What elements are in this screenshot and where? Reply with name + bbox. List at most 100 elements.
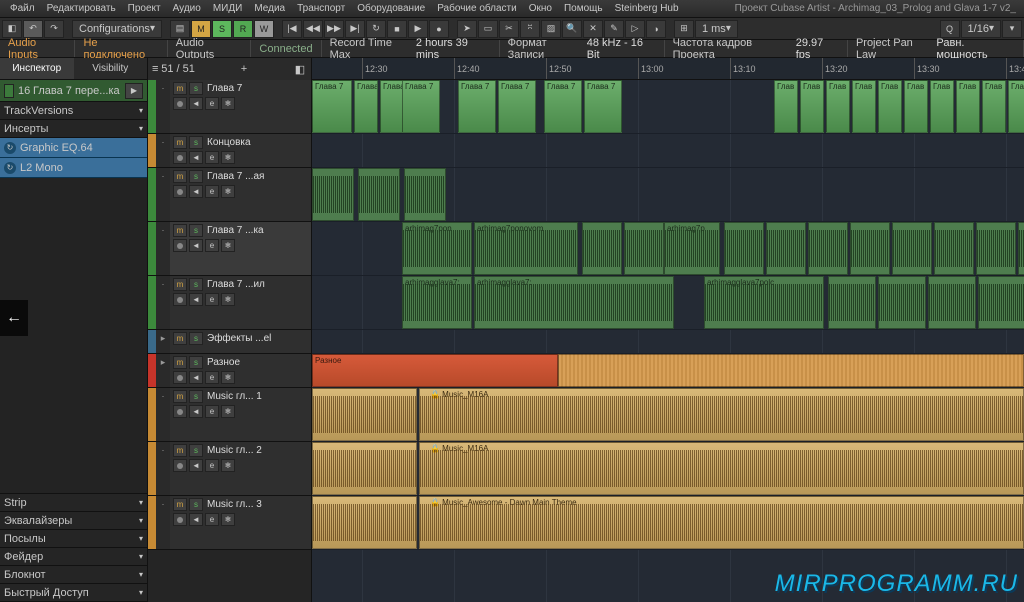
- freeze-button[interactable]: ❄: [221, 97, 235, 110]
- audio-clip[interactable]: Глава 7: [458, 80, 496, 133]
- track-name[interactable]: Глава 7 ...ка: [207, 225, 308, 236]
- track-color[interactable]: [148, 276, 156, 329]
- config-dropdown[interactable]: Configurations ▾: [72, 20, 162, 38]
- folder-icon[interactable]: ·: [156, 388, 170, 441]
- freeze-button[interactable]: ❄: [221, 513, 235, 526]
- record-enable[interactable]: [173, 97, 187, 110]
- freeze-button[interactable]: ❄: [221, 185, 235, 198]
- audio-clip[interactable]: [892, 222, 932, 275]
- track-row[interactable]: · m s Глава 7 ...ая ◄ e ❄: [148, 168, 311, 222]
- folder-icon[interactable]: ·: [156, 222, 170, 275]
- solo-button[interactable]: s: [189, 356, 203, 369]
- track-row[interactable]: · m s Глава 7 ◄ e ❄: [148, 80, 311, 134]
- audio-clip[interactable]: 🔒 Music_M16A: [419, 442, 1024, 495]
- rewind[interactable]: ◀◀: [303, 20, 323, 38]
- mute-button[interactable]: m: [173, 278, 187, 291]
- tool-erase[interactable]: ▨: [541, 20, 561, 38]
- folder-icon[interactable]: ·: [156, 80, 170, 133]
- record-enable[interactable]: [173, 459, 187, 472]
- mute-button[interactable]: m: [173, 332, 187, 345]
- timeline-area[interactable]: 12:3012:4012:5013:0013:1013:2013:3013:40…: [312, 58, 1024, 602]
- section-notepad[interactable]: Блокнот▾: [0, 566, 147, 584]
- menu-devices[interactable]: Оборудование: [351, 3, 431, 14]
- tool-range[interactable]: ▭: [478, 20, 498, 38]
- audio-clip[interactable]: Глав: [982, 80, 1006, 133]
- audio-clip[interactable]: [878, 276, 926, 329]
- audio-clip[interactable]: [312, 388, 417, 441]
- track-name[interactable]: Глава 7: [207, 83, 308, 94]
- play[interactable]: ▶: [408, 20, 428, 38]
- section-eq[interactable]: Эквалайзеры▾: [0, 512, 147, 530]
- track-name[interactable]: Music гл... 2: [207, 445, 308, 456]
- solo-button[interactable]: s: [189, 170, 203, 183]
- mute-button[interactable]: m: [173, 444, 187, 457]
- solo-button[interactable]: s: [189, 498, 203, 511]
- audio-out-label[interactable]: Audio Outputs: [168, 40, 252, 57]
- solo-button[interactable]: s: [189, 278, 203, 291]
- record-enable[interactable]: [173, 513, 187, 526]
- track-color[interactable]: [148, 442, 156, 495]
- inspector-track-name[interactable]: 16 Глава 7 пере...ка ▶: [0, 80, 147, 102]
- folder-icon[interactable]: ·: [156, 496, 170, 549]
- mute-button[interactable]: m: [173, 136, 187, 149]
- edit-button[interactable]: e: [205, 405, 219, 418]
- audio-clip[interactable]: [808, 222, 848, 275]
- audio-clip[interactable]: [624, 222, 664, 275]
- tab-visibility[interactable]: Visibility: [74, 58, 148, 79]
- track-row[interactable]: · m s Music гл... 1 ◄ e ❄: [148, 388, 311, 442]
- track-row[interactable]: · m s Music гл... 2 ◄ e ❄: [148, 442, 311, 496]
- audio-clip[interactable]: [828, 276, 876, 329]
- audio-clip[interactable]: [978, 276, 1024, 329]
- tool-split[interactable]: ✂: [499, 20, 519, 38]
- audio-clip[interactable]: arhimag7p: [664, 222, 720, 275]
- record-enable[interactable]: [173, 293, 187, 306]
- tool-glue[interactable]: ⎶: [520, 20, 540, 38]
- menu-help[interactable]: Помощь: [558, 3, 609, 14]
- global-mute[interactable]: M: [191, 20, 211, 38]
- audio-clip[interactable]: [766, 222, 806, 275]
- audio-clip[interactable]: Глава 7: [312, 80, 352, 133]
- global-read[interactable]: R: [233, 20, 253, 38]
- audio-clip[interactable]: Глав: [930, 80, 954, 133]
- audio-clip[interactable]: [358, 168, 400, 221]
- audio-clip[interactable]: arhimagglava7polc: [704, 276, 824, 329]
- edit-button[interactable]: e: [205, 97, 219, 110]
- track-color[interactable]: [148, 388, 156, 441]
- rec-format[interactable]: Формат Записи48 kHz - 16 Bit: [500, 40, 665, 57]
- solo-button[interactable]: s: [189, 332, 203, 345]
- audio-clip[interactable]: Глав: [878, 80, 902, 133]
- audio-clip[interactable]: Глав: [852, 80, 876, 133]
- audio-clip[interactable]: Глав: [956, 80, 980, 133]
- power-icon[interactable]: ↻: [4, 162, 16, 174]
- track-row[interactable]: · m s Глава 7 ...ка ◄ e ❄: [148, 222, 311, 276]
- edit-button[interactable]: e: [205, 239, 219, 252]
- edit-button[interactable]: e: [205, 185, 219, 198]
- track-row[interactable]: ▸ m s Эффекты ...el: [148, 330, 311, 354]
- power-icon[interactable]: ↻: [4, 142, 16, 154]
- audio-clip[interactable]: arhimagglava7:: [474, 276, 674, 329]
- track-name[interactable]: Эффекты ...el: [207, 333, 308, 344]
- track-name[interactable]: Глава 7 ...ая: [207, 171, 308, 182]
- pan-law[interactable]: Project Pan LawРавн. мощность: [848, 40, 1024, 57]
- audio-clip[interactable]: [1018, 222, 1024, 275]
- folder-icon[interactable]: ▸: [156, 354, 170, 387]
- record-enable[interactable]: [173, 151, 187, 164]
- menu-window[interactable]: Окно: [523, 3, 558, 14]
- freeze-button[interactable]: ❄: [221, 405, 235, 418]
- solo-button[interactable]: s: [189, 390, 203, 403]
- monitor-button[interactable]: ◄: [189, 185, 203, 198]
- record[interactable]: ●: [429, 20, 449, 38]
- insert-slot-2[interactable]: ↻L2 Mono: [0, 158, 147, 178]
- audio-clip[interactable]: [582, 222, 622, 275]
- section-fader[interactable]: Фейдер▾: [0, 548, 147, 566]
- global-solo[interactable]: S: [212, 20, 232, 38]
- audio-clip[interactable]: [404, 168, 446, 221]
- audio-clip[interactable]: Глава 7: [498, 80, 536, 133]
- next-marker[interactable]: ▶|: [345, 20, 365, 38]
- menu-audio[interactable]: Аудио: [167, 3, 207, 14]
- track-name[interactable]: Глава 7 ...ил: [207, 279, 308, 290]
- monitor-button[interactable]: ◄: [189, 97, 203, 110]
- freeze-button[interactable]: ❄: [221, 371, 235, 384]
- record-enable[interactable]: [173, 405, 187, 418]
- audio-clip[interactable]: Глав: [774, 80, 798, 133]
